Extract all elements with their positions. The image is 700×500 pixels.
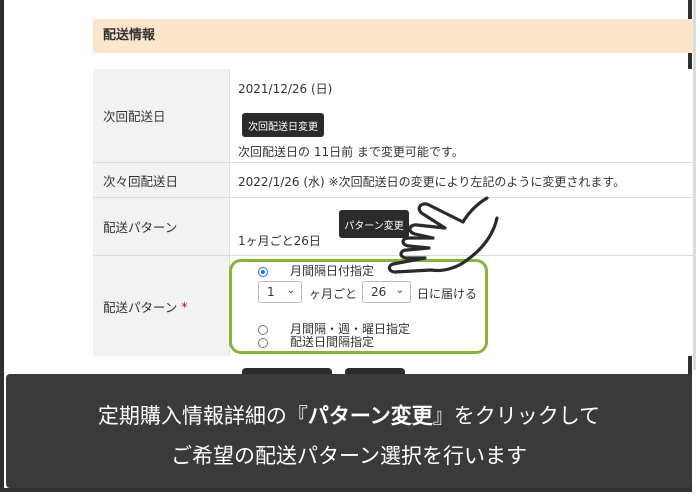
caption-line-1-bold: パターン変更 [307, 404, 433, 428]
scroll-edge [693, 0, 696, 370]
following-delivery-label-text: 次々回配送日 [103, 173, 179, 189]
pattern-select-label-text: 配送パターン [103, 299, 178, 315]
required-mark: * [181, 298, 188, 314]
next-delivery-label: 次回配送日 [93, 69, 229, 162]
change-next-delivery-button[interactable]: 次回配送日変更 [242, 113, 324, 137]
following-delivery-label: 次々回配送日 [93, 163, 229, 197]
caption-line-2: ご希望の配送パターン選択を行います [171, 444, 527, 468]
section-title: 配送情報 [93, 19, 693, 53]
caption-line-1-pre: 定期購入情報詳細の『 [97, 404, 308, 428]
pattern-select-label: 配送パターン * [93, 256, 229, 356]
caption-line-1: 定期購入情報詳細の『パターン変更』をクリックして [6, 400, 692, 430]
pointing-hand-icon [387, 196, 499, 274]
next-delivery-label-text: 次回配送日 [103, 109, 166, 124]
delivery-pattern-label-text: 配送パターン [103, 220, 178, 235]
caption-line-1-post: 』をクリックして [432, 404, 601, 428]
delivery-pattern-label: 配送パターン [93, 198, 229, 255]
next-delivery-date: 2021/12/26 (日) [238, 82, 333, 96]
delivery-pattern-value: 1ヶ月ごと26日 [238, 234, 321, 248]
instruction-caption: 定期購入情報詳細の『パターン変更』をクリックして ご希望の配送パターン選択を行い… [6, 374, 692, 488]
next-delivery-note: 次回配送日の 11日前 まで変更可能です。 [238, 145, 464, 159]
